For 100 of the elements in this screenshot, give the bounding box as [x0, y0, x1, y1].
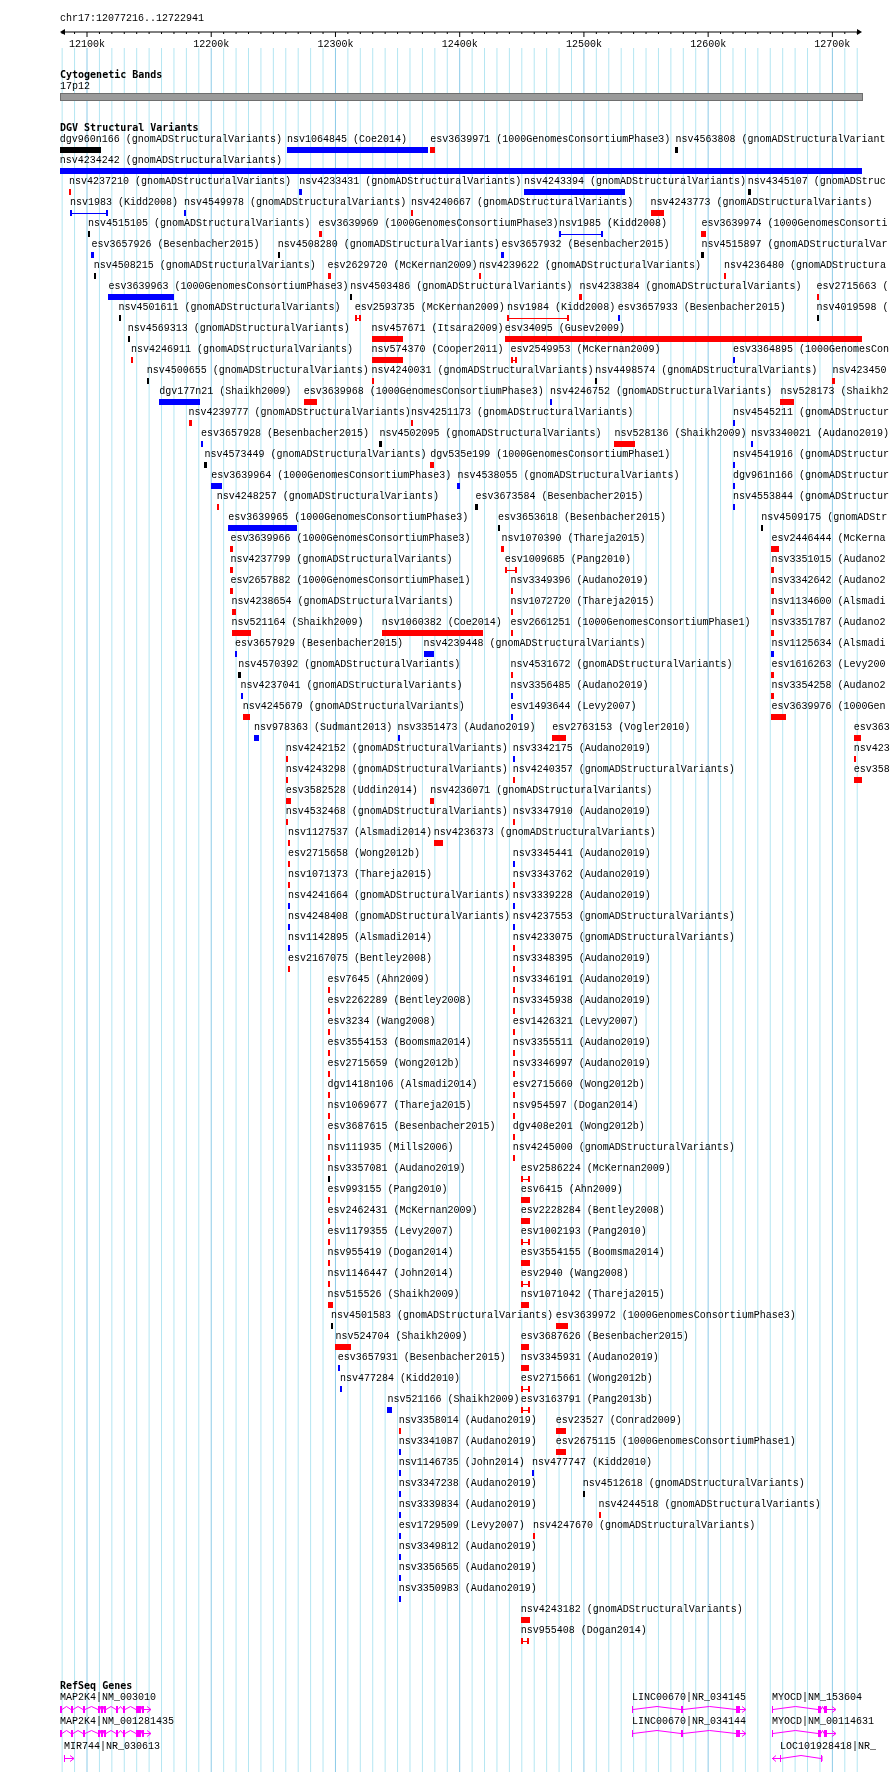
tick-label: 12700k	[814, 39, 851, 50]
feature-label: esv34095 (Gusev2009)	[504, 323, 625, 335]
feature-label: nsv4573449 (gnomADStructuralVariants)	[204, 449, 427, 461]
feature-label: nsv3351015 (Audano2	[771, 554, 886, 566]
feature-label: esv2661251 (1000GenomesConsortiumPhase1)	[510, 617, 751, 629]
feature-label: nsv3347910 (Audano2019)	[512, 806, 651, 818]
gene-model-drawing	[772, 1729, 837, 1738]
feature-label: esv2715663 (	[816, 281, 889, 293]
feature-label: nsv4569313 (gnomADStructuralVariants)	[127, 323, 350, 335]
feature-label: nsv528173 (Shaikh2	[780, 386, 889, 398]
feature-label: nsv4246752 (gnomADStructuralVariants)	[550, 386, 773, 398]
feature-label: nsv1142895 (Alsmadi2014)	[288, 932, 433, 944]
feature-label: esv3234 (Wang2008)	[327, 1016, 436, 1028]
feature-label: nsv3358014 (Audano2019)	[398, 1415, 537, 1427]
feature-label: nsv4243394 (gnomADStructuralVariants)	[524, 176, 747, 188]
feature-label: nsv4241664 (gnomADStructuralVariants)	[288, 890, 511, 902]
feature-label: esv2629720 (McKernan2009)	[327, 260, 478, 272]
feature-label: nsv4236480 (gnomADStructura	[723, 260, 886, 272]
feature-label: nsv3349396 (Audano2019)	[510, 575, 649, 587]
feature-label: nsv1984 (Kidd2008)	[507, 302, 616, 314]
feature-label: nsv4237799 (gnomADStructuralVariants)	[230, 554, 453, 566]
feature-label: esv3639964 (1000GenomesConsortiumPhase3)	[211, 470, 452, 482]
feature-label: nsv4500655 (gnomADStructuralVariants)	[146, 365, 369, 377]
feature-label: nsv1072720 (Thareja2015)	[510, 596, 655, 608]
feature-label: nsv4570392 (gnomADStructuralVariants)	[238, 659, 461, 671]
feature-label: esv3582528 (Uddin2014)	[285, 785, 418, 797]
feature-label: nsv955419 (Dogan2014)	[327, 1247, 454, 1259]
tick-label: 12600k	[690, 39, 727, 50]
feature-label: esv2715658 (Wong2012b)	[288, 848, 421, 860]
feature-label: dgv177n21 (Shaikh2009)	[159, 386, 292, 398]
feature-label: nsv4498574 (gnomADStructuralVariants)	[595, 365, 818, 377]
feature-label: nsv3339228 (Audano2019)	[512, 890, 651, 902]
feature-label: dgv961n166 (gnomADStructur	[733, 470, 890, 482]
gene-model-drawing	[772, 1705, 837, 1714]
feature-label: nsv4532468 (gnomADStructuralVariants)	[285, 806, 508, 818]
feature-label: nsv3356565 (Audano2019)	[398, 1562, 537, 1574]
gene-label: MAP2K4|NM_001281435	[60, 1716, 175, 1728]
feature-label: dgv408e201 (Wong2012b)	[512, 1121, 645, 1133]
feature-label: nsv3355511 (Audano2019)	[512, 1037, 651, 1049]
feature-label: nsv4502095 (gnomADStructuralVariants)	[379, 428, 602, 440]
feature-label: nsv4236071 (gnomADStructuralVariants)	[430, 785, 653, 797]
feature-label: nsv4531672 (gnomADStructuralVariants)	[510, 659, 733, 671]
feature-label: nsv4503486 (gnomADStructuralVariants)	[350, 281, 573, 293]
feature-label: nsv3357081 (Audano2019)	[327, 1163, 466, 1175]
feature-label: esv1729509 (Levy2007)	[398, 1520, 525, 1532]
feature-label: nsv4243182 (gnomADStructuralVariants)	[520, 1604, 743, 1616]
feature-label: dgv960n166 (gnomADStructuralVariants)	[59, 134, 282, 146]
feature-label: nsv4243773 (gnomADStructuralVariants)	[650, 197, 873, 209]
feature-label: nsv111935 (Mills2006)	[327, 1142, 454, 1154]
feature-label: nsv4019598 (	[816, 302, 889, 314]
gene-label: LOC101928418|NR_	[780, 1741, 876, 1753]
feature-label: nsv4237041 (gnomADStructuralVariants)	[240, 680, 463, 692]
feature-label: nsv1983 (Kidd2008)	[70, 197, 179, 209]
feature-label: esv7645 (Ahn2009)	[327, 974, 430, 986]
gene-label: LINC00670|NR_034145	[632, 1692, 747, 1704]
feature-label: esv1009685 (Pang2010)	[504, 554, 631, 566]
feature-label: nsv1125634 (Alsmadi	[771, 638, 886, 650]
feature-label: nsv4563808 (gnomADStructuralVariant	[675, 134, 886, 146]
feature-label: nsv3350983 (Audano2019)	[398, 1583, 537, 1595]
feature-label: esv3653618 (Besenbacher2015)	[498, 512, 667, 524]
feature-label: nsv423450	[832, 365, 887, 377]
feature-label: esv3639976 (1000Gen	[771, 701, 886, 713]
feature-label: esv2262289 (Bentley2008)	[327, 995, 472, 1007]
feature-label: nsv4239777 (gnomADStructuralVariants)	[188, 407, 411, 419]
feature-label: nsv477747 (Kidd2010)	[531, 1457, 652, 1469]
feature-label: esv2675115 (1000GenomesConsortiumPhase1)	[555, 1436, 796, 1448]
feature-label: nsv978363 (Sudmant2013)	[254, 722, 393, 734]
feature-label: nsv4237553 (gnomADStructuralVariants)	[512, 911, 735, 923]
feature-label: esv3639965 (1000GenomesConsortiumPhase3)	[228, 512, 469, 524]
feature-label: nsv3339834 (Audano2019)	[398, 1499, 537, 1511]
feature-label: nsv1070390 (Thareja2015)	[501, 533, 646, 545]
tick-label: 12100k	[69, 39, 105, 50]
feature-label: esv2763153 (Vogler2010)	[552, 722, 691, 734]
feature-label: nsv423	[853, 743, 890, 755]
feature-label: dgv1418n106 (Alsmadi2014)	[327, 1079, 478, 1091]
feature-label: esv2167075 (Bentley2008)	[288, 953, 433, 965]
feature-label: nsv4240357 (gnomADStructuralVariants)	[512, 764, 735, 776]
feature-label: nsv3346997 (Audano2019)	[512, 1058, 651, 1070]
gene-label: MYOCD|NM_153604	[772, 1692, 862, 1704]
feature-label: nsv4508215 (gnomADStructuralVariants)	[93, 260, 316, 272]
feature-label: esv3639968 (1000GenomesConsortiumPhase3)	[303, 386, 544, 398]
feature-label: nsv1071373 (Thareja2015)	[288, 869, 433, 881]
feature-label: nsv521166 (Shaikh2009)	[387, 1394, 520, 1406]
region-label: chr17:12077216..12722941	[60, 12, 205, 26]
feature-label: nsv3342175 (Audano2019)	[512, 743, 651, 755]
feature-label: nsv4545211 (gnomADStructur	[733, 407, 890, 419]
feature-label: nsv4239448 (gnomADStructuralVariants)	[423, 638, 646, 650]
feature-label: nsv3345938 (Audano2019)	[512, 995, 651, 1007]
feature-label: nsv4247670 (gnomADStructuralVariants)	[533, 1520, 756, 1532]
feature-label: nsv4251173 (gnomADStructuralVariants)	[411, 407, 634, 419]
feature-label: nsv477284 (Kidd2010)	[339, 1373, 460, 1385]
feature-label: nsv4237210 (gnomADStructuralVariants)	[68, 176, 291, 188]
feature-label: esv3657933 (Besenbacher2015)	[617, 302, 786, 314]
feature-label: esv1179355 (Levy2007)	[327, 1226, 454, 1238]
feature-label: nsv4541916 (gnomADStructur	[733, 449, 890, 461]
feature-label: esv2715659 (Wong2012b)	[327, 1058, 460, 1070]
feature-label: nsv3349812 (Audano2019)	[398, 1541, 537, 1553]
track-title: DGV Structural Variants	[60, 122, 199, 134]
feature-label: esv3639963 (1000GenomesConsortiumPhase3)	[108, 281, 349, 293]
feature-label: esv1493644 (Levy2007)	[510, 701, 637, 713]
